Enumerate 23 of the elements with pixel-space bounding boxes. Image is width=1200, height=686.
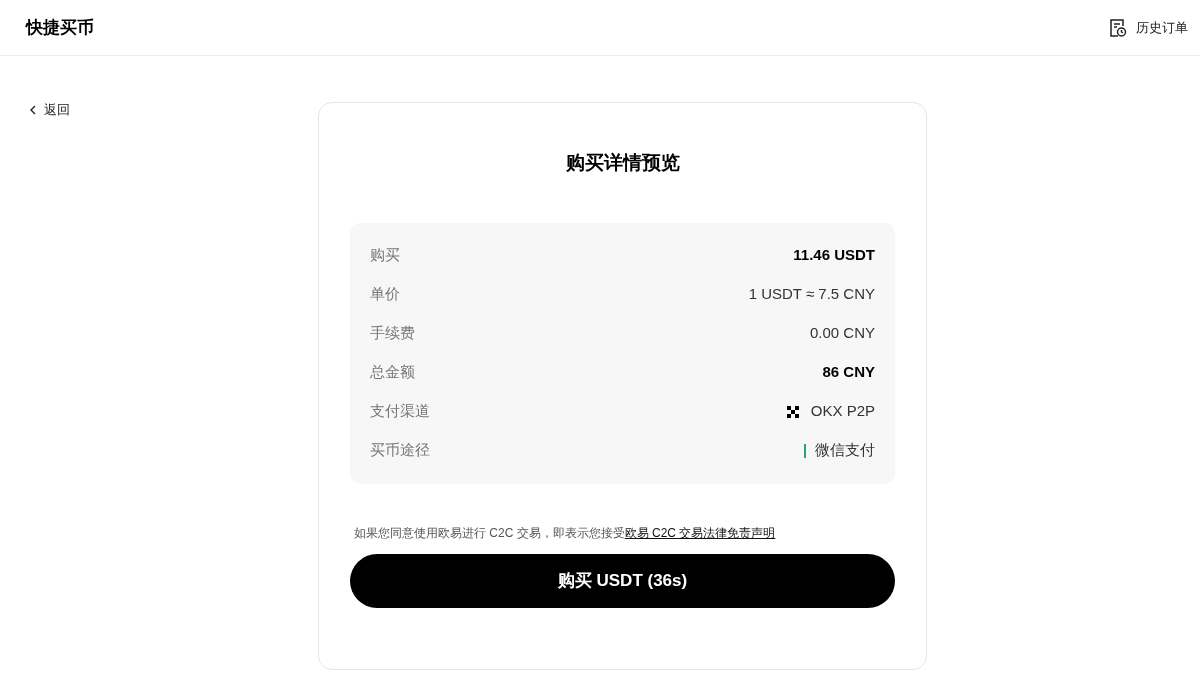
card-title: 购买详情预览 bbox=[564, 151, 681, 175]
row-label: 单价 bbox=[370, 284, 400, 305]
back-link[interactable]: 返回 bbox=[30, 100, 318, 120]
buy-button[interactable]: 购买 USDT (36s) bbox=[350, 553, 895, 608]
row-label: 买币途径 bbox=[370, 440, 430, 461]
disclaimer-text: 如果您同意使用欧易进行 C2C 交易，即表示您接受欧易 C2C 交易法律免责声明 bbox=[353, 524, 777, 542]
row-value: OKX P2P bbox=[810, 401, 875, 422]
grid-logo-icon bbox=[786, 405, 799, 418]
row-value: 86 CNY bbox=[822, 362, 875, 383]
page-title: 快捷买币 bbox=[26, 16, 94, 39]
marker-bar-icon bbox=[804, 443, 806, 458]
row-label: 总金额 bbox=[370, 362, 415, 383]
chevron-left-icon bbox=[30, 104, 36, 115]
row-value: 微信支付 bbox=[815, 440, 875, 461]
row-value: 11.46 USDT bbox=[793, 245, 875, 266]
row-label: 手续费 bbox=[370, 323, 415, 344]
history-orders-link[interactable]: 历史订单 bbox=[1109, 17, 1188, 38]
disclaimer-link[interactable]: 欧易 C2C 交易法律免责声明 bbox=[624, 525, 776, 540]
row-value: 1 USDT ≈ 7.5 CNY bbox=[748, 284, 875, 305]
row-value: 0.00 CNY bbox=[809, 323, 875, 344]
row-label: 支付渠道 bbox=[370, 401, 430, 422]
row-label: 购买 bbox=[370, 245, 400, 266]
document-clock-icon bbox=[1109, 17, 1127, 38]
